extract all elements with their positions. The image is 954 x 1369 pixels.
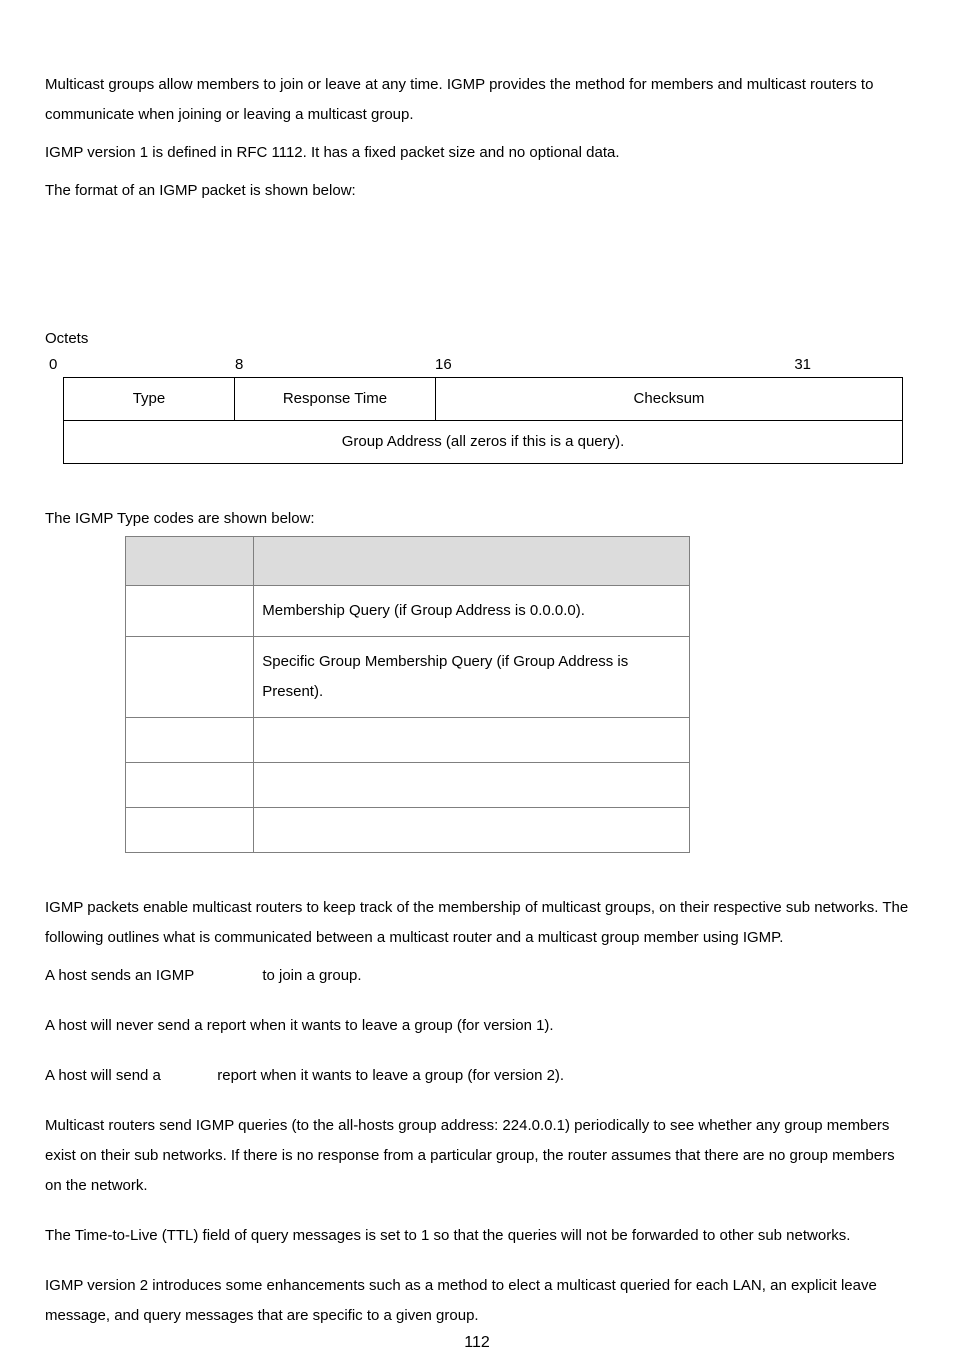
body-p6: The Time-to-Live (TTL) field of query me…: [45, 1221, 909, 1251]
page-number: 112: [0, 1327, 954, 1359]
cell-code: [126, 718, 254, 763]
cell-code: [126, 637, 254, 718]
typecodes-heading: The IGMP Type codes are shown below:: [45, 504, 909, 534]
th-code: [126, 537, 254, 586]
scale-31: 31: [615, 354, 909, 375]
cell-meaning: [254, 808, 690, 853]
cell-code: [126, 808, 254, 853]
page-container: Multicast groups allow members to join o…: [0, 0, 954, 1369]
body-p5: Multicast routers send IGMP queries (to …: [45, 1111, 909, 1201]
cell-type: Type: [64, 378, 235, 421]
table-row: [126, 718, 690, 763]
cell-code: [126, 586, 254, 637]
table-row: [126, 808, 690, 853]
intro-p1: Multicast groups allow members to join o…: [45, 70, 909, 130]
cell-meaning: [254, 718, 690, 763]
body-p2: A host sends an IGMP to join a group.: [45, 961, 909, 991]
octets-label: Octets: [45, 324, 909, 354]
table-row: Specific Group Membership Query (if Grou…: [126, 637, 690, 718]
body-p4a: A host will send a: [45, 1067, 165, 1084]
intro-p2: IGMP version 1 is defined in RFC 1112. I…: [45, 138, 909, 168]
body-p4: A host will send a report when it wants …: [45, 1061, 909, 1091]
body-p2b: to join a group.: [258, 967, 361, 984]
table-row: Membership Query (if Group Address is 0.…: [126, 586, 690, 637]
cell-checksum: Checksum: [435, 378, 902, 421]
cell-group-address: Group Address (all zeros if this is a qu…: [64, 421, 903, 464]
body-p3: A host will never send a report when it …: [45, 1011, 909, 1041]
cell-meaning: Specific Group Membership Query (if Grou…: [254, 637, 690, 718]
cell-meaning: [254, 763, 690, 808]
intro-p3: The format of an IGMP packet is shown be…: [45, 176, 909, 206]
cell-code: [126, 763, 254, 808]
body-p4b: report when it wants to leave a group (f…: [213, 1067, 564, 1084]
packet-format-section: Octets 0 8 16 31 Type Response Time Chec…: [45, 324, 909, 464]
table-row: [126, 763, 690, 808]
body-p7: IGMP version 2 introduces some enhanceme…: [45, 1271, 909, 1331]
igmp-packet-table: Type Response Time Checksum Group Addres…: [63, 377, 903, 464]
th-meaning: [254, 537, 690, 586]
scale-16: 16: [435, 354, 615, 375]
octet-scale: 0 8 16 31: [49, 354, 909, 375]
scale-0: 0: [49, 354, 67, 375]
cell-meaning: Membership Query (if Group Address is 0.…: [254, 586, 690, 637]
scale-8: 8: [67, 354, 435, 375]
body-p2a: A host sends an IGMP: [45, 967, 198, 984]
body-p1: IGMP packets enable multicast routers to…: [45, 893, 909, 953]
cell-resp-time: Response Time: [234, 378, 435, 421]
type-codes-table: Membership Query (if Group Address is 0.…: [125, 536, 690, 853]
